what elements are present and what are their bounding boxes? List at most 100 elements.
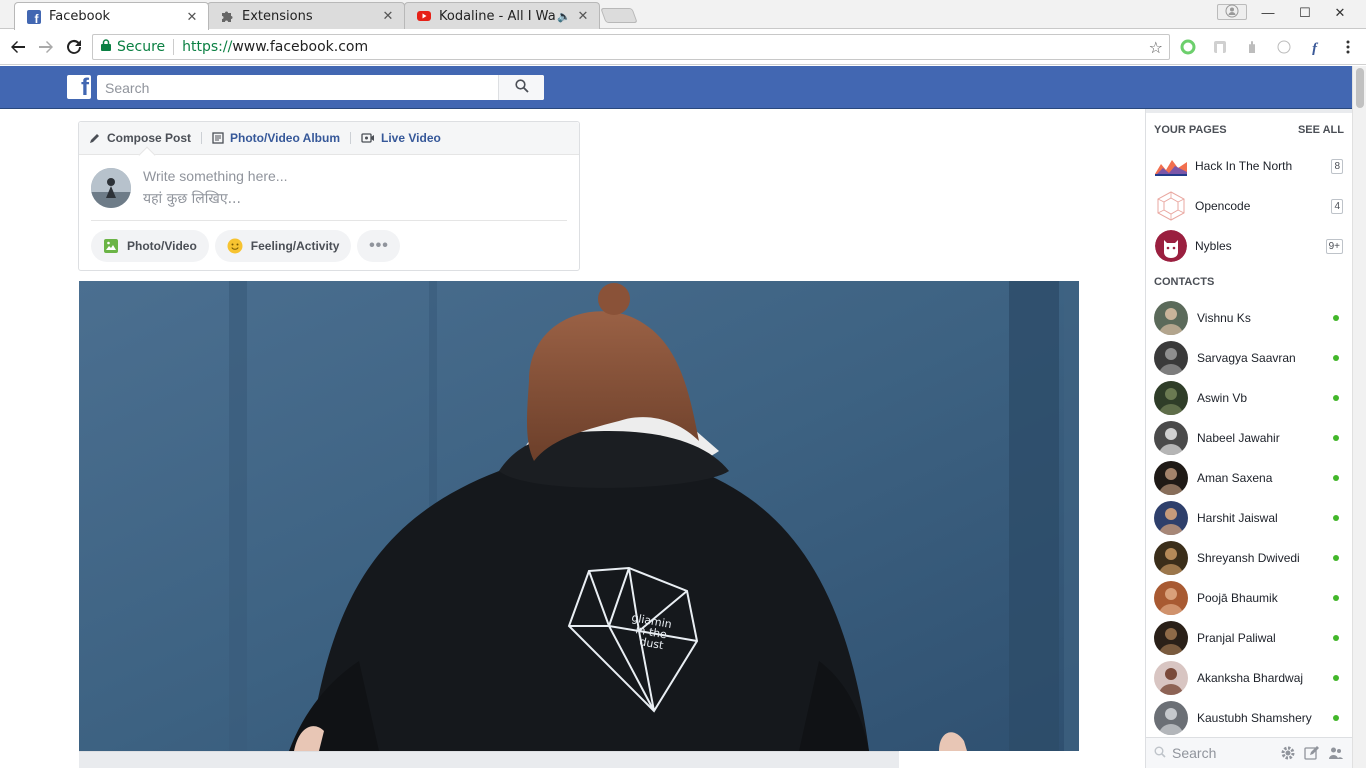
tab-label: Photo/Video Album: [230, 131, 341, 145]
profile-button[interactable]: [1217, 4, 1247, 20]
contact-item[interactable]: Shreyansh Dwivedi: [1146, 538, 1352, 578]
scrollbar-thumb[interactable]: [1356, 68, 1364, 108]
page-item-hack-in-the-north[interactable]: Hack In The North 8: [1146, 146, 1352, 186]
tab-compose-post[interactable]: Compose Post: [89, 131, 201, 145]
notification-count: 4: [1331, 198, 1343, 214]
contact-item[interactable]: Akanksha Bhardwaj: [1146, 658, 1352, 698]
online-status-icon: [1333, 715, 1339, 721]
contact-item[interactable]: Vishnu Ks: [1146, 298, 1352, 338]
compose-message-icon[interactable]: [1304, 745, 1320, 761]
contact-item[interactable]: Harshit Jaiswal: [1146, 498, 1352, 538]
green-circle-extension-icon[interactable]: [1180, 39, 1196, 55]
speaker-icon[interactable]: 🔈: [557, 10, 571, 23]
see-all-link[interactable]: SEE ALL: [1298, 124, 1344, 136]
secure-label: Secure: [117, 39, 166, 55]
page-scrollbar[interactable]: [1352, 66, 1366, 768]
contact-item[interactable]: Nabeel Jawahir: [1146, 418, 1352, 458]
forward-icon[interactable]: [36, 37, 56, 57]
search-input[interactable]: [97, 75, 498, 100]
chat-search-input[interactable]: Search: [1172, 745, 1280, 761]
new-tab-button[interactable]: [600, 8, 638, 23]
reload-icon[interactable]: [64, 37, 84, 57]
online-status-icon: [1333, 595, 1339, 601]
pencil-icon: [89, 132, 101, 144]
next-post-card: [79, 751, 899, 768]
feeling-activity-button[interactable]: Feeling/Activity: [214, 230, 352, 262]
search-button[interactable]: [498, 75, 544, 100]
contact-name: Sarvagya Saavran: [1197, 351, 1296, 365]
tab-photo-video-album[interactable]: Photo/Video Album: [212, 131, 350, 145]
gear-icon[interactable]: [1280, 745, 1296, 761]
grey-extension-icon[interactable]: [1212, 39, 1228, 55]
page-name: Opencode: [1195, 199, 1251, 213]
avatar: [1154, 381, 1188, 415]
close-window-icon[interactable]: ✕: [1331, 5, 1349, 21]
page-item-opencode[interactable]: Opencode 4: [1146, 186, 1352, 226]
page-avatar: [1155, 190, 1187, 222]
new-group-icon[interactable]: [1328, 745, 1344, 761]
youtube-icon: [417, 9, 431, 23]
chat-search-bar: Search: [1146, 737, 1352, 768]
facebook-extension-icon[interactable]: f: [1308, 39, 1324, 55]
browser-tab-strip: f Facebook ✕ Extensions ✕ Kodaline - All…: [0, 0, 1366, 30]
contacts-header: CONTACTS: [1154, 276, 1215, 288]
online-status-icon: [1333, 395, 1339, 401]
close-tab-icon[interactable]: ✕: [186, 9, 198, 25]
feed-post-photo[interactable]: gliamin in the dust: [79, 281, 1079, 751]
more-options-button[interactable]: •••: [357, 230, 401, 262]
lock-icon: [101, 39, 111, 55]
tab-extensions[interactable]: Extensions ✕: [207, 2, 405, 29]
circle-extension-icon[interactable]: [1276, 39, 1292, 55]
contact-item[interactable]: Aswin Vb: [1146, 378, 1352, 418]
composer-tabs: Compose Post Photo/Video Album Live Vide…: [79, 122, 579, 164]
address-bar[interactable]: Secure https:// www.facebook.com ☆: [92, 34, 1170, 60]
maximize-icon[interactable]: ☐: [1296, 5, 1314, 21]
avatar: [1154, 341, 1188, 375]
online-status-icon: [1333, 315, 1339, 321]
pages-header: YOUR PAGES: [1154, 124, 1227, 136]
notification-count: 8: [1331, 158, 1343, 174]
contact-item[interactable]: Pranjal Paliwal: [1146, 618, 1352, 658]
facebook-logo[interactable]: f: [67, 75, 91, 99]
divider: [173, 39, 175, 55]
minimize-icon[interactable]: —: [1259, 5, 1277, 20]
tab-title: Facebook: [49, 9, 111, 24]
avatar: [1154, 701, 1188, 735]
contact-item[interactable]: Sarvagya Saavran: [1146, 338, 1352, 378]
back-icon[interactable]: [8, 37, 28, 57]
composer-placeholder: Write something here...: [143, 168, 288, 184]
divider: [201, 132, 203, 144]
tab-live-video[interactable]: Live Video: [361, 131, 451, 145]
tab-youtube[interactable]: Kodaline - All I Want 🔈 ✕: [404, 2, 600, 29]
action-label: Photo/Video: [127, 239, 197, 253]
close-tab-icon[interactable]: ✕: [577, 8, 589, 24]
menu-kebab-icon[interactable]: [1340, 39, 1356, 55]
composer-input-area[interactable]: Write something here... यहां कुछ लिखिए..…: [91, 155, 567, 221]
tab-facebook[interactable]: f Facebook ✕: [14, 2, 209, 30]
contact-item[interactable]: Poojā Bhaumik: [1146, 578, 1352, 618]
url-scheme: https://: [182, 39, 233, 55]
url-host: www.facebook.com: [232, 39, 369, 55]
online-status-icon: [1333, 355, 1339, 361]
avatar: [1154, 621, 1188, 655]
search-icon: [1154, 746, 1166, 761]
avatar: [1154, 461, 1188, 495]
avatar[interactable]: [91, 168, 131, 208]
close-tab-icon[interactable]: ✕: [382, 8, 394, 24]
contact-name: Pranjal Paliwal: [1197, 631, 1276, 645]
search-icon: [514, 79, 529, 96]
contact-name: Vishnu Ks: [1197, 311, 1251, 325]
contact-item[interactable]: Aman Saxena: [1146, 458, 1352, 498]
browser-toolbar: Secure https:// www.facebook.com ☆ f: [0, 29, 1366, 65]
tab-title: Kodaline - All I Want: [439, 8, 556, 24]
online-status-icon: [1333, 635, 1339, 641]
right-sidebar: YOUR PAGES SEE ALL Hack In The North 8 O…: [1145, 109, 1352, 768]
smiley-icon: [227, 238, 243, 254]
bookmark-star-icon[interactable]: ☆: [1149, 38, 1163, 57]
contact-item[interactable]: Kaustubh Shamshery: [1146, 698, 1352, 738]
page-avatar: [1155, 230, 1187, 262]
page-name: Hack In The North: [1195, 159, 1293, 173]
page-item-nybles[interactable]: Nybles 9+: [1146, 226, 1352, 266]
photo-video-button[interactable]: Photo/Video: [91, 230, 209, 262]
hand-extension-icon[interactable]: [1244, 39, 1260, 55]
